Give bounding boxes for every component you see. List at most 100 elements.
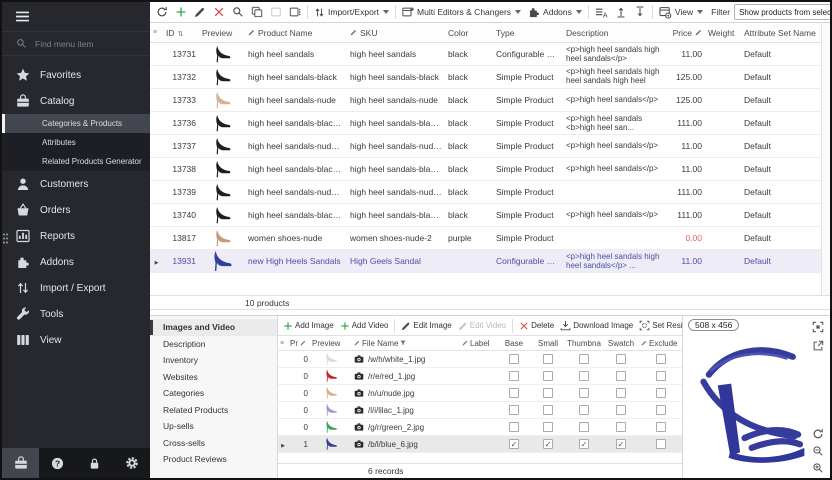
tab-up-sells[interactable]: Up-sells — [150, 418, 277, 435]
help-button[interactable] — [39, 448, 76, 478]
product-row-13733[interactable]: 13733high heel sandals-nudehigh heel san… — [150, 89, 821, 112]
image-row-green-2-jpg[interactable]: 0/g/r/green_2.jpg — [278, 419, 682, 436]
hamburger-menu-button[interactable] — [2, 2, 150, 31]
sidebar-item-catalog[interactable]: Catalog — [2, 88, 150, 114]
images-column-header-base[interactable]: Base — [497, 339, 531, 348]
small-checkbox[interactable] — [543, 354, 553, 364]
download-image-button[interactable]: Download Image — [558, 318, 635, 333]
swatch-checkbox[interactable] — [616, 422, 626, 432]
store-toolbox-button[interactable] — [2, 448, 39, 478]
edit-product-button[interactable] — [191, 4, 209, 20]
thumbnail-checkbox[interactable] — [579, 439, 589, 449]
images-column-header-file-name[interactable]: File Name — [352, 339, 460, 348]
swatch-checkbox[interactable] — [616, 354, 626, 364]
product-row-13736[interactable]: 13736high heel sandals-black-36high heel… — [150, 112, 821, 135]
sidebar-item-attributes[interactable]: Attributes — [2, 133, 150, 152]
exclude-checkbox[interactable] — [656, 439, 666, 449]
column-header-weight[interactable]: Weight — [705, 28, 741, 38]
tab-images-and-video[interactable]: Images and Video — [150, 319, 277, 336]
vertical-scrollbar[interactable] — [821, 23, 830, 295]
image-row-white-1-jpg[interactable]: 0/w/h/white_1.jpg — [278, 351, 682, 368]
tab-related-products[interactable]: Related Products — [150, 402, 277, 419]
set-resize-rule-button[interactable]: Set Resize Rule — [637, 318, 682, 333]
sidebar-item-favorites[interactable]: Favorites — [2, 62, 150, 88]
column-header-id[interactable]: ID — [163, 28, 199, 38]
sidebar-item-view[interactable]: View — [2, 327, 150, 353]
expand-rows-button[interactable] — [612, 4, 630, 20]
product-row-13740[interactable]: 13740high heel sandals-black-38high heel… — [150, 204, 821, 227]
column-header-type[interactable]: Type — [493, 28, 563, 38]
images-column-header-swatch[interactable]: Swatch — [603, 339, 639, 348]
sidebar-item-customers[interactable]: Customers — [2, 171, 150, 197]
image-row-lilac-1-jpg[interactable]: 0/l/i/lilac_1.jpg — [278, 402, 682, 419]
images-column-header-preview[interactable]: Preview — [310, 339, 352, 348]
small-checkbox[interactable] — [543, 405, 553, 415]
duplicate-button[interactable] — [286, 4, 304, 20]
thumbnail-checkbox[interactable] — [579, 388, 589, 398]
tab-websites[interactable]: Websites — [150, 369, 277, 386]
product-row-13817[interactable]: 13817women shoes-nudewomen shoes-nude-2p… — [150, 227, 821, 250]
edit-image-button[interactable]: Edit Image — [399, 319, 453, 333]
sidebar-item-categories-products[interactable]: Categories & Products — [2, 114, 150, 133]
swatch-checkbox[interactable] — [616, 439, 626, 449]
column-header-product-name[interactable]: Product Name — [245, 28, 347, 38]
swatch-checkbox[interactable] — [616, 405, 626, 415]
exclude-checkbox[interactable] — [656, 388, 666, 398]
thumbnail-checkbox[interactable] — [579, 422, 589, 432]
collapse-rows-button[interactable] — [631, 4, 649, 20]
tab-inventory[interactable]: Inventory — [150, 352, 277, 369]
lock-button[interactable] — [76, 448, 113, 478]
base-checkbox[interactable] — [509, 354, 519, 364]
base-checkbox[interactable] — [509, 388, 519, 398]
add-image-button[interactable]: Add Image — [281, 319, 336, 333]
product-row-13931[interactable]: 13931new High Heels SandalsHigh Geels Sa… — [150, 250, 821, 273]
images-column-header-small[interactable]: Small — [531, 339, 565, 348]
sidebar-item-related-products-generator[interactable]: Related Products Generator — [2, 152, 150, 171]
sidebar-item-import-export[interactable]: Import / Export — [2, 275, 150, 301]
swatch-checkbox[interactable] — [616, 371, 626, 381]
exclude-checkbox[interactable] — [656, 422, 666, 432]
image-row-blue-6-jpg[interactable]: 1/b/l/blue_6.jpg — [278, 436, 682, 453]
add-product-button[interactable] — [172, 4, 190, 20]
refresh-button[interactable] — [153, 4, 171, 20]
thumbnail-checkbox[interactable] — [579, 371, 589, 381]
delete-image-button[interactable]: Delete — [517, 319, 556, 333]
column-header-description[interactable]: Description — [563, 28, 663, 38]
thumbnail-checkbox[interactable] — [579, 405, 589, 415]
sidebar-item-tools[interactable]: Tools — [2, 301, 150, 327]
column-header-attribute-set-name[interactable]: Attribute Set Name — [741, 28, 821, 38]
column-header-color[interactable]: Color — [445, 28, 493, 38]
filter-products-select[interactable]: Show products from selected categories — [734, 4, 830, 20]
sidebar-menu-search[interactable]: Find menu item — [2, 31, 150, 56]
sidebar-item-reports[interactable]: Reports — [2, 223, 150, 249]
product-row-13739[interactable]: 13739high heel sandals-nude-37high heel … — [150, 181, 821, 204]
import-export-menu[interactable]: Import/Export — [311, 5, 392, 20]
exclude-checkbox[interactable] — [656, 354, 666, 364]
multi-editors-menu[interactable]: Multi Editors & Changers — [399, 4, 524, 20]
small-checkbox[interactable] — [543, 388, 553, 398]
rotate-icon[interactable] — [812, 428, 824, 440]
product-row-13737[interactable]: 13737high heel sandals-nude-36high heel … — [150, 135, 821, 158]
small-checkbox[interactable] — [543, 439, 553, 449]
search-products-button[interactable] — [229, 4, 247, 20]
open-external-icon[interactable] — [812, 340, 824, 352]
tab-categories[interactable]: Categories — [150, 385, 277, 402]
base-checkbox[interactable] — [509, 371, 519, 381]
settings-button[interactable] — [113, 448, 150, 478]
base-checkbox[interactable] — [509, 422, 519, 432]
auto-fit-columns-button[interactable] — [592, 4, 611, 21]
fit-to-screen-icon[interactable] — [812, 321, 824, 333]
tab-description[interactable]: Description — [150, 336, 277, 353]
images-column-header-exclude[interactable]: Exclude — [639, 339, 682, 348]
edit-video-button-disabled[interactable]: Edit Video — [456, 319, 508, 333]
images-column-header-pr[interactable]: Pr — [288, 339, 310, 348]
sidebar-item-orders[interactable]: Orders — [2, 197, 150, 223]
image-row-red-1-jpg[interactable]: 0/r/e/red_1.jpg — [278, 368, 682, 385]
images-column-header-thumbna[interactable]: Thumbna — [565, 339, 603, 348]
copy-button[interactable] — [248, 4, 266, 20]
base-checkbox[interactable] — [509, 405, 519, 415]
product-row-13731[interactable]: 13731high heel sandalshigh heel sandalsb… — [150, 43, 821, 66]
thumbnail-checkbox[interactable] — [579, 354, 589, 364]
column-header-preview[interactable]: Preview — [199, 28, 245, 38]
column-header-price[interactable]: Price — [663, 28, 705, 38]
